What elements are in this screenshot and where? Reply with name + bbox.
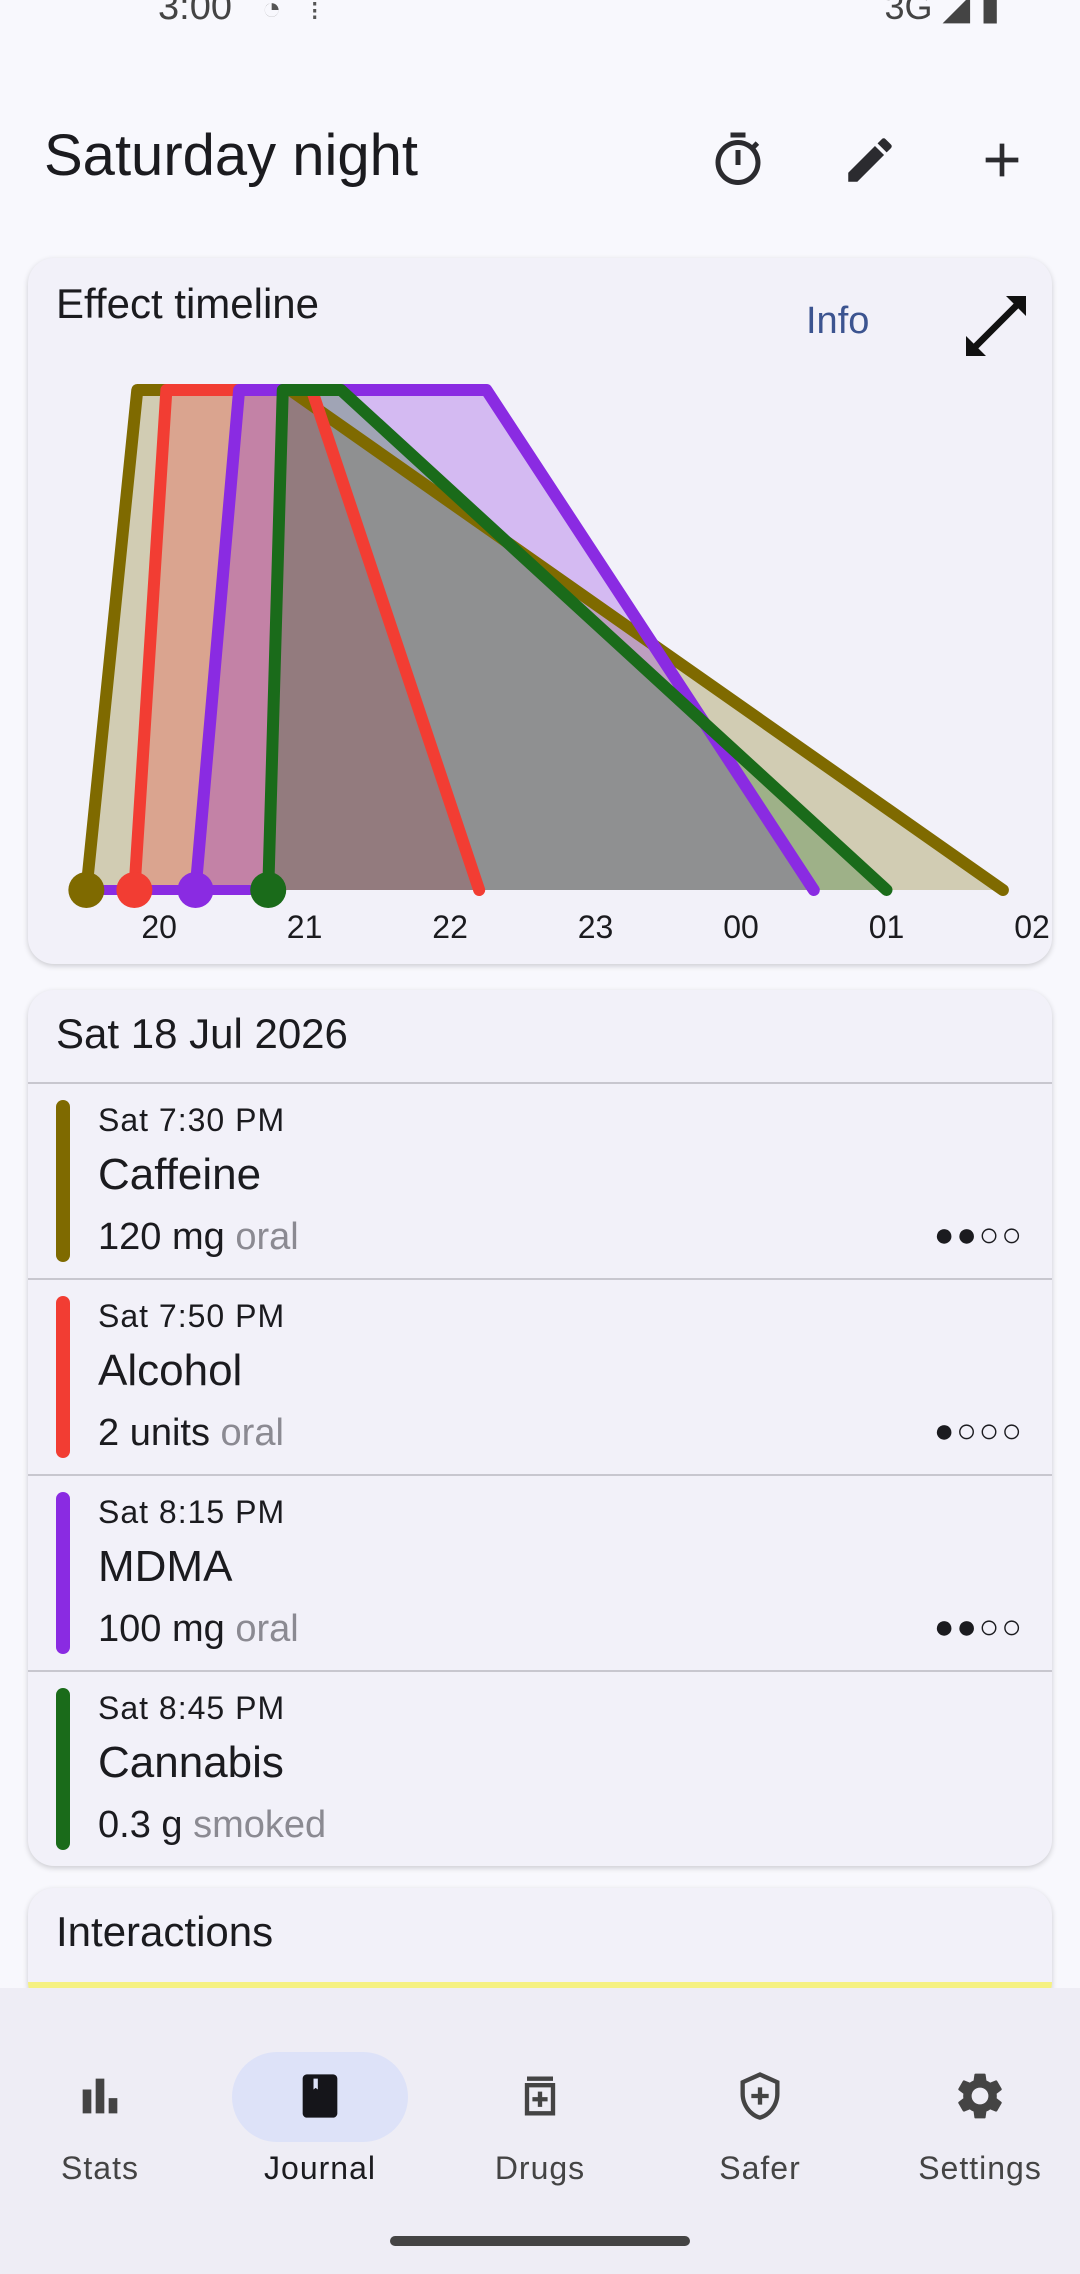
stats-icon xyxy=(72,2068,128,2124)
ingestion-time: Sat 7:50 PM xyxy=(98,1298,286,1334)
strength-indicator: ●●○○ xyxy=(933,1216,1024,1254)
status-network: 3G ◢ ▮ xyxy=(884,0,1000,27)
substance-name: MDMA xyxy=(98,1542,233,1591)
hour-tick-label: 21 xyxy=(287,909,323,945)
route-text: oral xyxy=(235,1216,299,1258)
strength-indicator: ●●○○ xyxy=(933,1608,1024,1646)
substance-color-bar xyxy=(56,1296,70,1458)
nav-label: Journal xyxy=(264,2150,376,2186)
status-time: 3:00 xyxy=(158,0,232,28)
effect-timeline-chart[interactable]: 20212223000102030405 xyxy=(28,258,1052,964)
dose-marker-mdma[interactable] xyxy=(177,872,214,908)
substance-name: Caffeine xyxy=(98,1150,262,1199)
substance-name: Cannabis xyxy=(98,1738,284,1787)
ingestion-row-alcohol[interactable]: Sat 7:50 PM Alcohol 2 units oral ●○○○ xyxy=(28,1280,1052,1474)
app-bar: Saturday night xyxy=(0,100,1080,220)
edit-button[interactable] xyxy=(832,122,908,198)
interactions-title: Interactions xyxy=(56,1908,274,1955)
hour-tick-label: 22 xyxy=(432,909,468,945)
substance-color-bar xyxy=(56,1100,70,1262)
route-text: oral xyxy=(220,1412,284,1454)
add-button[interactable] xyxy=(964,122,1040,198)
ingestion-row-cannabis[interactable]: Sat 8:45 PM Cannabis 0.3 g smoked xyxy=(28,1672,1052,1866)
nav-label: Settings xyxy=(918,2150,1042,2186)
hour-tick-label: 01 xyxy=(869,909,905,945)
route-text: smoked xyxy=(193,1804,327,1846)
nav-item-settings[interactable]: Settings xyxy=(880,2018,1080,2186)
nav-label: Safer xyxy=(719,2150,801,2186)
dose-text: 100 mg oral xyxy=(98,1608,299,1650)
ingestion-time: Sat 7:30 PM xyxy=(98,1102,286,1138)
ingestion-time: Sat 8:15 PM xyxy=(98,1494,286,1530)
dose-text: 0.3 g smoked xyxy=(98,1804,327,1846)
timer-button[interactable] xyxy=(700,122,776,198)
status-bar: 3:00 ◔ ⁞ 3G ◢ ▮ xyxy=(0,0,1080,40)
hour-tick-label: 23 xyxy=(578,909,614,945)
journal-card: Sat 18 Jul 2026 Sat 7:30 PM Caffeine 120… xyxy=(28,990,1052,1866)
nav-item-journal[interactable]: Journal xyxy=(220,2018,420,2186)
dose-marker-caffeine[interactable] xyxy=(68,872,105,908)
journal-date-header: Sat 18 Jul 2026 xyxy=(56,1010,348,1057)
add-icon xyxy=(985,143,1019,177)
nav-item-safer[interactable]: Safer xyxy=(660,2018,860,2186)
shield-icon xyxy=(732,2068,788,2124)
ingestion-row-caffeine[interactable]: Sat 7:30 PM Caffeine 120 mg oral ●●○○ xyxy=(28,1084,1052,1278)
hour-tick-label: 20 xyxy=(141,909,177,945)
status-notification-icons: ◔ ⁞ xyxy=(262,0,330,26)
substance-color-bar xyxy=(56,1688,70,1850)
ingestion-time: Sat 8:45 PM xyxy=(98,1690,286,1726)
dose-text: 120 mg oral xyxy=(98,1216,299,1258)
effect-area-cannabis xyxy=(268,390,887,890)
nav-label: Stats xyxy=(61,2150,139,2186)
effect-timeline-card[interactable]: Effect timeline Info 2021222300010203040… xyxy=(28,258,1052,964)
page-title: Saturday night xyxy=(44,123,419,188)
dose-marker-cannabis[interactable] xyxy=(250,872,287,908)
nav-item-stats[interactable]: Stats xyxy=(0,2018,200,2186)
ingestion-row-mdma[interactable]: Sat 8:15 PM MDMA 100 mg oral ●●○○ xyxy=(28,1476,1052,1670)
nav-item-drugs[interactable]: Drugs xyxy=(440,2018,640,2186)
dose-marker-alcohol[interactable] xyxy=(116,872,153,908)
substance-name: Alcohol xyxy=(98,1346,243,1395)
nav-label: Drugs xyxy=(494,2150,586,2186)
hour-tick-label: 00 xyxy=(723,909,759,945)
route-text: oral xyxy=(235,1608,299,1650)
drugs-icon xyxy=(512,2068,568,2124)
bottom-navigation: Stats Journal Drugs Safer Settings xyxy=(0,1988,1080,2274)
dose-text: 2 units oral xyxy=(98,1412,284,1454)
strength-indicator: ●○○○ xyxy=(933,1412,1024,1450)
gear-icon xyxy=(952,2068,1008,2124)
journal-icon xyxy=(292,2068,348,2124)
substance-color-bar xyxy=(56,1492,70,1654)
home-indicator[interactable] xyxy=(390,2236,690,2246)
timer-icon xyxy=(715,132,761,185)
hour-tick-label: 02 xyxy=(1014,909,1050,945)
edit-icon xyxy=(848,138,892,182)
